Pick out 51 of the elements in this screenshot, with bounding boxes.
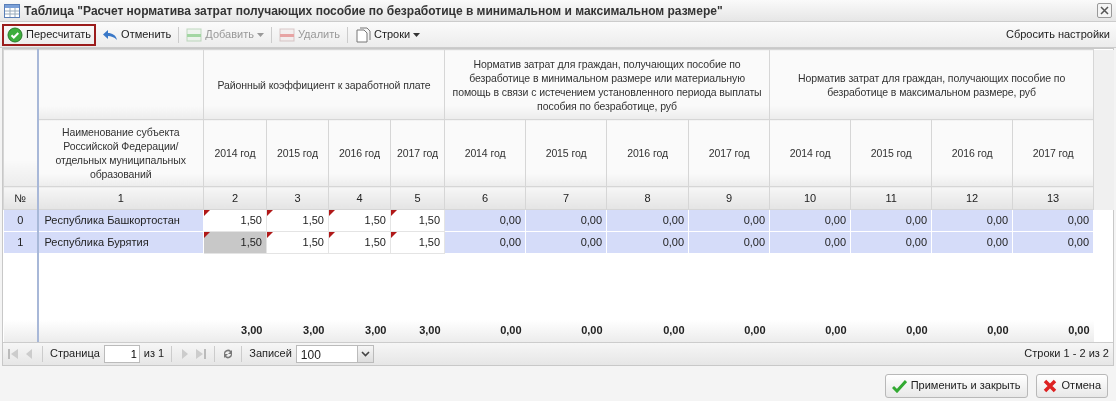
document-icon	[354, 26, 371, 43]
column-header: 2015 год	[525, 119, 607, 187]
column-header: №	[3, 186, 38, 210]
column-header: 2016 год	[328, 119, 391, 187]
column-group-header: Районный коэффициент к заработной плате	[203, 49, 445, 120]
column-header: 2017 год	[1012, 119, 1094, 187]
column-header: 2014 год	[444, 119, 526, 187]
pager-button[interactable]	[195, 347, 208, 360]
refresh-icon	[222, 347, 235, 360]
add-row-icon	[186, 26, 203, 43]
row-number: 0	[3, 209, 38, 232]
window-title: Таблица "Расчет норматива затрат получающих пособие по безработице в минимальном и максимальном размере"	[24, 2, 724, 20]
records-label: Записей	[249, 346, 292, 362]
close-icon	[1098, 4, 1111, 17]
cancel-button[interactable]: Отмена	[1035, 373, 1108, 398]
page-field[interactable]: 1	[103, 344, 140, 363]
page-label: Страница	[50, 346, 100, 362]
check-circle-icon	[7, 26, 23, 43]
page-count: из 1	[143, 346, 165, 362]
first-page-icon	[7, 347, 19, 360]
column-header: Наименование субъекта Российской Федерации/ отдельных муниципальных образований	[37, 119, 204, 187]
records-summary: Строки 1 - 2 из 2	[1024, 346, 1109, 362]
last-page-icon	[195, 347, 208, 360]
column-header: 2016 год	[931, 119, 1013, 187]
column-header: 2015 год	[266, 119, 329, 187]
toolbar-button[interactable]: Отменить	[98, 23, 176, 46]
column-header: 2017 год	[390, 119, 445, 187]
table-icon	[4, 3, 20, 18]
column-header: 2015 год	[850, 119, 932, 187]
column-header: 2014 год	[769, 119, 851, 187]
table-cell: Республика Башкортостан	[37, 209, 204, 232]
column-header: 2016 год	[606, 119, 689, 187]
column-group-header: Норматив затрат для граждан, получающих пособие по безработице в минимальном размере или материальную помощь в связи с истечением установленного периода выплаты пособия по безработице, руб	[444, 49, 770, 120]
apply-button[interactable]: Применить и закрыть	[884, 373, 1028, 398]
check-icon	[891, 378, 907, 393]
column-header: 2017 год	[688, 119, 770, 187]
column-group-header: Норматив затрат для граждан, получающих пособие по безработице в максимальном размере, руб	[769, 49, 1094, 120]
column-number: 1	[37, 186, 204, 210]
row-number: 1	[3, 231, 38, 254]
reset-settings-button[interactable]: Сбросить настройки	[1001, 23, 1114, 46]
toolbar-button[interactable]: Пересчитать	[2, 23, 97, 46]
pager-button[interactable]	[7, 347, 19, 360]
close-button[interactable]	[1097, 3, 1112, 18]
chevron-down-icon	[360, 350, 370, 357]
table-cell: Республика Бурятия	[37, 231, 204, 254]
cross-icon	[1042, 378, 1058, 393]
delete-row-icon	[278, 26, 295, 43]
pager-button[interactable]	[222, 347, 235, 360]
records-select[interactable]: 100	[295, 344, 374, 363]
column-header: 2014 год	[203, 119, 267, 187]
toolbar-button[interactable]: Строки	[350, 23, 425, 46]
